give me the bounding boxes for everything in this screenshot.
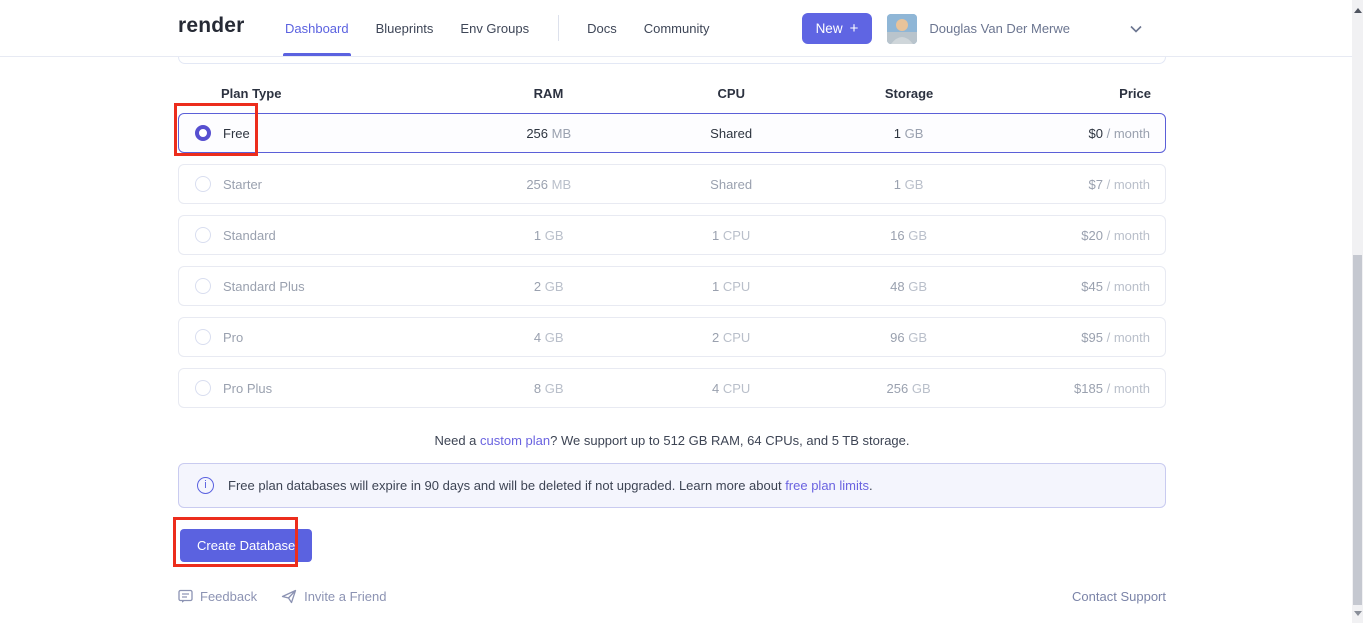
col-header-price: Price <box>978 86 1166 101</box>
storage-cell: 16 GB <box>840 228 978 243</box>
storage-cell: 1 GB <box>840 177 978 192</box>
plan-row-pro[interactable]: Pro 4 GB2 CPU96 GB$95 / month <box>178 317 1166 357</box>
plan-name: Pro <box>223 330 243 345</box>
price-cell: $45 / month <box>978 279 1165 294</box>
contact-support-link[interactable]: Contact Support <box>1072 589 1166 604</box>
page-footer: Feedback Invite a Friend Contact Support <box>178 589 1166 604</box>
plan-name: Starter <box>223 177 262 192</box>
custom-plan-link[interactable]: custom plan <box>480 433 550 448</box>
cpu-cell: Shared <box>623 177 840 192</box>
storage-cell: 1 GB <box>840 126 978 141</box>
plan-radio[interactable] <box>195 176 211 192</box>
feedback-icon <box>178 589 193 604</box>
plan-selection-page: Plan Type RAM CPU Storage Price Free256 … <box>178 57 1166 604</box>
price-cell: $0 / month <box>978 126 1165 141</box>
price-cell: $7 / month <box>978 177 1165 192</box>
price-cell: $20 / month <box>978 228 1165 243</box>
plan-row-free[interactable]: Free256 MBShared1 GB$0 / month <box>178 113 1166 153</box>
cpu-cell: 1 CPU <box>623 228 840 243</box>
nav-blueprints[interactable]: Blueprints <box>376 0 434 56</box>
free-plan-limits-link[interactable]: free plan limits <box>785 478 869 493</box>
triangle-up-icon <box>1354 8 1362 13</box>
plan-cell: Standard Plus <box>179 278 475 294</box>
paper-plane-icon <box>281 589 297 604</box>
plan-radio[interactable] <box>195 329 211 345</box>
col-header-storage: Storage <box>840 86 978 101</box>
info-banner-text: Free plan databases will expire in 90 da… <box>228 478 873 493</box>
plan-name: Standard Plus <box>223 279 305 294</box>
storage-cell: 96 GB <box>840 330 978 345</box>
nav-community[interactable]: Community <box>644 0 710 56</box>
cpu-cell: 1 CPU <box>623 279 840 294</box>
ram-cell: 2 GB <box>475 279 623 294</box>
plan-row-standard-plus[interactable]: Standard Plus 2 GB1 CPU48 GB$45 / month <box>178 266 1166 306</box>
plan-table-header: Plan Type RAM CPU Storage Price <box>178 64 1166 113</box>
scroll-down-arrow[interactable] <box>1352 605 1363 621</box>
nav-docs[interactable]: Docs <box>587 0 617 56</box>
plus-icon: + <box>850 20 859 37</box>
plan-row-standard[interactable]: Standard 1 GB1 CPU16 GB$20 / month <box>178 215 1166 255</box>
storage-cell: 256 GB <box>840 381 978 396</box>
plan-radio[interactable] <box>195 278 211 294</box>
price-cell: $185 / month <box>978 381 1165 396</box>
price-cell: $95 / month <box>978 330 1165 345</box>
nav-env-groups[interactable]: Env Groups <box>460 0 529 56</box>
annotation-box-create-database <box>173 517 298 567</box>
ram-cell: 256 MB <box>475 126 623 141</box>
info-banner: i Free plan databases will expire in 90 … <box>178 463 1166 508</box>
col-header-plan-type: Plan Type <box>178 86 474 101</box>
feedback-link[interactable]: Feedback <box>178 589 257 604</box>
plan-name: Pro Plus <box>223 381 272 396</box>
ram-cell: 256 MB <box>475 177 623 192</box>
plan-cell: Starter <box>179 176 475 192</box>
plan-cell: Standard <box>179 227 475 243</box>
app-logo[interactable]: render <box>178 14 245 38</box>
user-menu[interactable]: Douglas Van Der Merwe <box>929 21 1070 36</box>
plan-row-pro-plus[interactable]: Pro Plus 8 GB4 CPU256 GB$185 / month <box>178 368 1166 408</box>
annotation-box-free-radio <box>174 103 258 156</box>
scrolled-field-remnant <box>178 57 1166 64</box>
col-header-ram: RAM <box>474 86 622 101</box>
plan-cell: Pro Plus <box>179 380 475 396</box>
plan-table-body: Free256 MBShared1 GB$0 / month Starter 256… <box>178 113 1166 408</box>
cpu-cell: 2 CPU <box>623 330 840 345</box>
chevron-down-icon[interactable] <box>1130 25 1142 33</box>
main-nav: Dashboard Blueprints Env Groups Docs Com… <box>285 0 736 56</box>
scroll-up-arrow[interactable] <box>1352 2 1363 18</box>
invite-friend-link[interactable]: Invite a Friend <box>281 589 386 604</box>
new-button[interactable]: New + <box>802 13 873 44</box>
plan-radio[interactable] <box>195 380 211 396</box>
ram-cell: 8 GB <box>475 381 623 396</box>
triangle-down-icon <box>1354 611 1362 616</box>
info-icon: i <box>197 477 214 494</box>
navbar-right: New + Douglas Van Der Merwe <box>802 0 1142 57</box>
ram-cell: 1 GB <box>475 228 623 243</box>
cpu-cell: 4 CPU <box>623 381 840 396</box>
cpu-cell: Shared <box>623 126 840 141</box>
top-navbar: render Dashboard Blueprints Env Groups D… <box>0 0 1352 57</box>
col-header-cpu: CPU <box>623 86 840 101</box>
plan-row-starter[interactable]: Starter 256 MBShared1 GB$7 / month <box>178 164 1166 204</box>
plan-radio[interactable] <box>195 227 211 243</box>
scrollbar-thumb[interactable] <box>1353 255 1362 605</box>
nav-divider <box>558 15 559 41</box>
avatar[interactable] <box>887 14 917 44</box>
plan-name: Standard <box>223 228 276 243</box>
avatar-photo <box>887 14 917 44</box>
storage-cell: 48 GB <box>840 279 978 294</box>
custom-plan-note: Need a custom plan? We support up to 512… <box>178 433 1166 448</box>
nav-dashboard[interactable]: Dashboard <box>285 0 349 56</box>
plan-cell: Pro <box>179 329 475 345</box>
ram-cell: 4 GB <box>475 330 623 345</box>
vertical-scrollbar[interactable] <box>1352 0 1363 623</box>
